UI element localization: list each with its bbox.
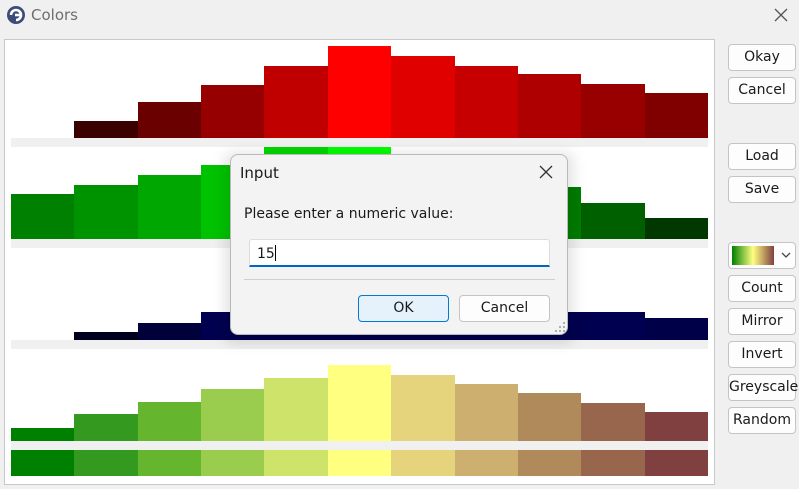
color-swatch[interactable] xyxy=(581,450,645,476)
histogram-bar xyxy=(138,102,201,138)
histogram-bar xyxy=(138,323,201,340)
histogram-bar xyxy=(264,378,328,441)
ok-button[interactable]: OK xyxy=(358,295,449,322)
dialog-cancel-button[interactable]: Cancel xyxy=(459,295,550,322)
gradient-preview xyxy=(732,246,774,265)
window-title: Colors xyxy=(31,6,78,24)
dialog-prompt: Please enter a numeric value: xyxy=(244,206,454,222)
count-button[interactable]: Count xyxy=(728,275,796,302)
red-channel-chart xyxy=(74,46,708,138)
histogram-bar xyxy=(455,66,518,138)
resize-grip-icon[interactable] xyxy=(554,321,566,333)
histogram-bar xyxy=(328,365,391,441)
color-swatch[interactable] xyxy=(74,450,138,476)
histogram-bar xyxy=(328,46,391,138)
color-swatches-chart xyxy=(11,450,708,476)
histogram-bar xyxy=(201,389,264,441)
color-swatch[interactable] xyxy=(518,450,581,476)
random-button[interactable]: Random xyxy=(728,407,796,434)
histogram-bar xyxy=(581,84,645,138)
cancel-button[interactable]: Cancel xyxy=(728,77,796,104)
color-swatch[interactable] xyxy=(328,450,391,476)
histogram-bar xyxy=(74,332,138,340)
histogram-bar xyxy=(581,312,645,340)
histogram-bar xyxy=(581,403,645,441)
greyscale-button[interactable]: Greyscale xyxy=(728,374,798,401)
close-icon[interactable] xyxy=(537,163,555,181)
red-channel-strip xyxy=(11,46,708,138)
close-icon[interactable] xyxy=(770,4,792,26)
chevron-down-icon xyxy=(781,252,791,258)
histogram-bar xyxy=(11,194,74,239)
histogram-bar xyxy=(645,318,708,340)
divider xyxy=(11,441,708,450)
color-swatch[interactable] xyxy=(391,450,455,476)
okay-button[interactable]: Okay xyxy=(728,44,796,71)
combined-colors-chart xyxy=(11,365,708,441)
color-swatch[interactable] xyxy=(645,450,708,476)
histogram-bar xyxy=(455,384,518,441)
divider xyxy=(11,138,708,147)
histogram-bar xyxy=(11,428,74,441)
text-caret xyxy=(274,245,276,261)
color-swatches-strip[interactable] xyxy=(11,450,708,476)
histogram-bar xyxy=(74,185,138,239)
histogram-bar xyxy=(518,393,581,441)
app-logo-icon xyxy=(7,6,25,24)
histogram-bar xyxy=(391,56,455,138)
histogram-bar xyxy=(581,203,645,239)
dialog-title: Input xyxy=(240,164,279,182)
color-swatch[interactable] xyxy=(455,450,518,476)
histogram-bar xyxy=(645,412,708,441)
input-value: 15 xyxy=(257,246,275,262)
gradient-dropdown[interactable] xyxy=(728,242,796,269)
numeric-value-input[interactable]: 15 xyxy=(249,239,550,267)
histogram-bar xyxy=(391,375,455,441)
combined-colors-strip xyxy=(11,349,708,441)
histogram-bar xyxy=(74,121,138,138)
title-bar: Colors xyxy=(0,0,799,32)
color-swatch[interactable] xyxy=(11,450,74,476)
color-swatch[interactable] xyxy=(138,450,201,476)
dialog-divider xyxy=(244,279,555,280)
histogram-bar xyxy=(74,414,138,441)
histogram-bar xyxy=(645,218,708,239)
color-swatch[interactable] xyxy=(201,450,264,476)
histogram-bar xyxy=(138,175,201,239)
histogram-bar xyxy=(138,402,201,441)
invert-button[interactable]: Invert xyxy=(728,341,796,368)
mirror-button[interactable]: Mirror xyxy=(728,308,796,335)
histogram-bar xyxy=(201,85,264,138)
histogram-bar xyxy=(264,66,328,138)
save-button[interactable]: Save xyxy=(728,176,796,203)
input-dialog: Input Please enter a numeric value: 15 O… xyxy=(230,154,568,335)
histogram-bar xyxy=(645,93,708,138)
color-swatch[interactable] xyxy=(264,450,328,476)
load-button[interactable]: Load xyxy=(728,143,796,170)
histogram-bar xyxy=(518,74,581,138)
